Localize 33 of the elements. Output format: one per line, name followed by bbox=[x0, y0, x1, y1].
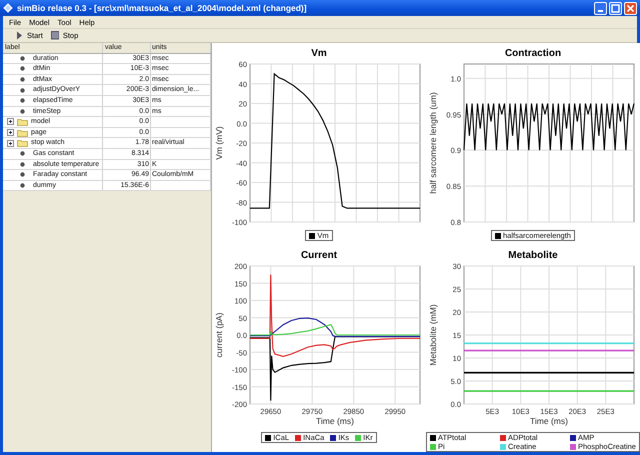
play-icon bbox=[15, 31, 23, 40]
axis-label: current (pA) bbox=[214, 312, 224, 358]
chart-title: Vm bbox=[311, 47, 327, 60]
axis-label: half sarcomere length (um) bbox=[428, 92, 438, 194]
bullet-icon bbox=[20, 98, 25, 104]
bullet-icon bbox=[20, 66, 25, 72]
axis-label: Time (ms) bbox=[530, 416, 568, 426]
minimize-icon bbox=[598, 10, 603, 12]
bullet-icon bbox=[20, 77, 25, 82]
minimize-button[interactable] bbox=[594, 2, 607, 14]
axis-label: Time (ms) bbox=[316, 416, 354, 426]
stop-icon bbox=[50, 31, 59, 40]
bullet-icon bbox=[20, 88, 25, 93]
expand-icon[interactable] bbox=[7, 129, 14, 136]
maximize-button[interactable] bbox=[609, 2, 622, 14]
expand-icon[interactable] bbox=[7, 140, 14, 147]
chart-title: Metabolite bbox=[508, 249, 558, 262]
bullet-icon bbox=[20, 108, 25, 114]
chart-title: Contraction bbox=[504, 47, 562, 60]
app-icon bbox=[3, 3, 13, 13]
expand-icon[interactable] bbox=[7, 118, 14, 126]
bullet-icon bbox=[20, 183, 25, 188]
bullet-icon bbox=[20, 162, 25, 167]
bullet-icon bbox=[20, 151, 25, 156]
close-icon bbox=[626, 4, 635, 12]
maximize-icon bbox=[611, 4, 620, 12]
window-title: simBio relase 0.3 - [src\xml\matsuoka_et_al_2004\model.xml (changed)] bbox=[17, 3, 308, 13]
close-button[interactable] bbox=[624, 2, 637, 14]
axis-label: Metabolite (mM) bbox=[428, 304, 438, 366]
bullet-icon bbox=[20, 56, 25, 61]
chart-title: Current bbox=[300, 249, 338, 262]
axis-label: Vm (mV) bbox=[214, 126, 224, 160]
bullet-icon bbox=[20, 172, 25, 178]
